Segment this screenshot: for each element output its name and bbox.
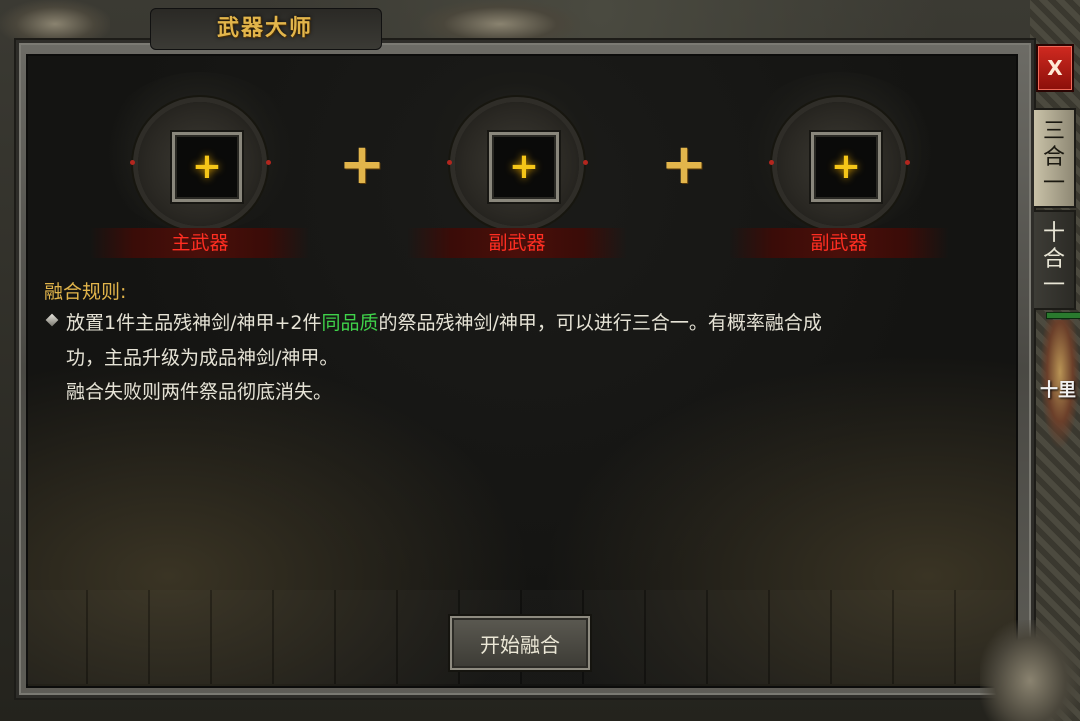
game-scene: 十里 武器大师 X 三 合 一 十 合 一 + 主武器 + + 副武器 + + …: [0, 0, 1080, 721]
dragon-ornament-left: [0, 0, 110, 40]
rules-line-1: 放置1件主品残神剑/神甲+2件同品质的祭品残神剑/神甲，可以进行三合一。有概率融…: [66, 308, 822, 335]
tab-ten-in-one[interactable]: 十 合 一: [1034, 210, 1076, 310]
secondary-weapon-slot-group-1: + 副武器: [397, 72, 637, 262]
slot-ornament-dot: [769, 160, 774, 165]
close-button[interactable]: X: [1036, 44, 1074, 92]
plus-icon: +: [830, 146, 862, 187]
tab-three-in-one[interactable]: 三 合 一: [1034, 108, 1076, 208]
tab-char: 十: [1042, 221, 1065, 246]
tab-char: 一: [1042, 171, 1065, 196]
slot-ornament-dot: [447, 160, 452, 165]
main-weapon-slot[interactable]: +: [172, 132, 242, 202]
slot-ornament-dot: [130, 160, 135, 165]
plus-icon: +: [508, 146, 540, 187]
rules-text: 放置1件主品残神剑/神甲+2件: [66, 312, 322, 334]
rules-text: 的祭品残神剑/神甲，可以进行三合一。有概率融合成: [378, 312, 822, 334]
secondary-weapon-label-2: 副武器: [810, 232, 868, 254]
plus-connector-icon: +: [660, 132, 708, 197]
secondary-weapon-slot-1[interactable]: +: [489, 132, 559, 202]
main-weapon-slot-group: + 主武器: [80, 72, 320, 262]
secondary-weapon-label-1: 副武器: [488, 232, 546, 254]
secondary-weapon-slot-group-2: + 副武器: [719, 72, 959, 262]
start-fusion-button[interactable]: 开始融合: [448, 614, 592, 672]
main-weapon-label: 主武器: [171, 232, 229, 254]
slot-ornament-dot: [905, 160, 910, 165]
slot-ornament-dot: [266, 160, 271, 165]
plus-icon: +: [191, 146, 223, 187]
tab-char: 合: [1042, 145, 1065, 170]
rules-line-3: 融合失败则两件祭品彻底消失。: [66, 381, 333, 403]
rules-highlight: 同品质: [321, 312, 379, 334]
secondary-weapon-slot-2[interactable]: +: [811, 132, 881, 202]
character-hp-bar: [1046, 312, 1080, 319]
world-character-name: 十里: [1040, 380, 1076, 401]
window-title: 武器大师: [216, 15, 313, 41]
dragon-ornament-top: [420, 0, 580, 40]
tab-char: 合: [1042, 247, 1065, 272]
slot-ornament-dot: [583, 160, 588, 165]
rules-title: 融合规则:: [44, 281, 127, 303]
plus-connector-icon: +: [338, 132, 386, 197]
tab-char: 一: [1042, 273, 1065, 298]
dragon-ornament-bottom-right: [980, 620, 1080, 721]
rules-line-2: 功，主品升级为成品神剑/神甲。: [66, 347, 339, 369]
tab-char: 三: [1042, 119, 1065, 144]
